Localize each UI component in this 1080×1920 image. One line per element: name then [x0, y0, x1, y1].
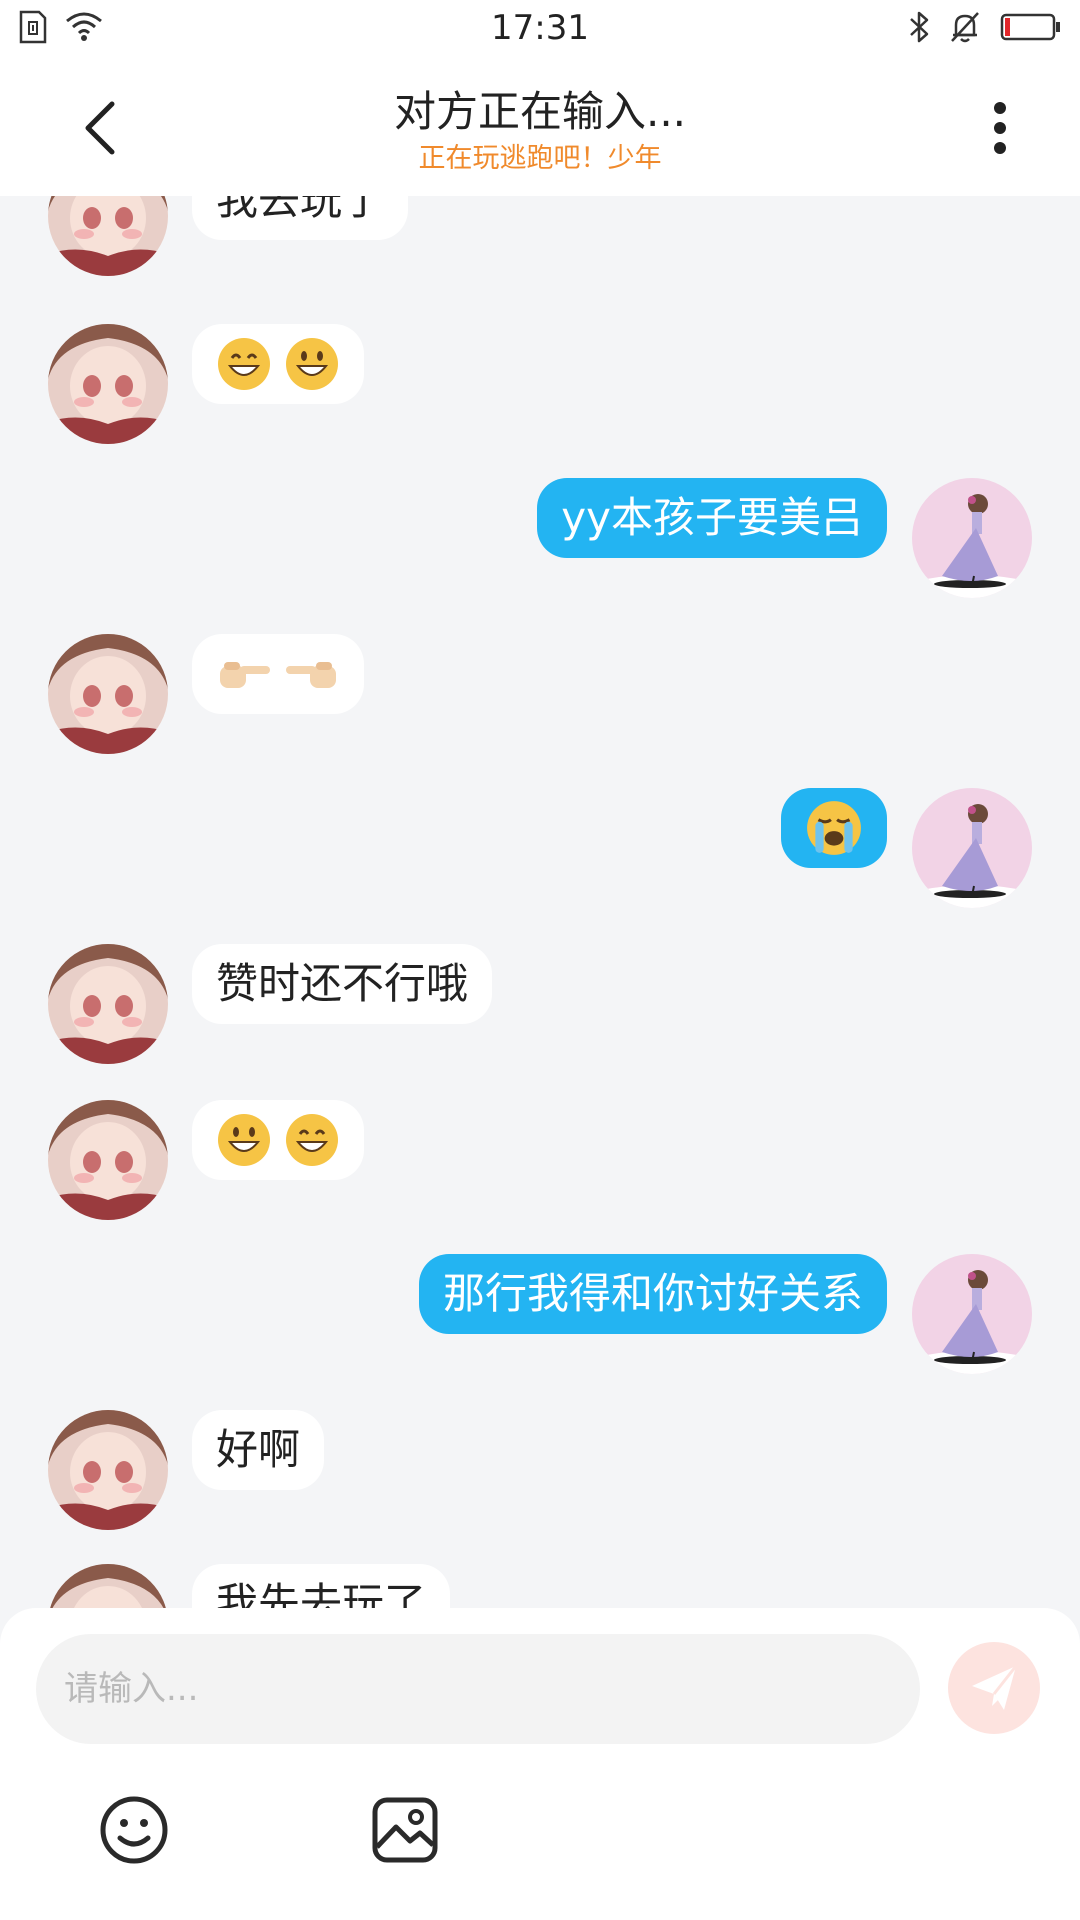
send-icon	[972, 1665, 1018, 1710]
mute-bell-icon	[948, 10, 982, 48]
message-list[interactable]: 我去玩了 yy本孩子要美吕 赞时还不行哦 那行我得和你讨好关系 好啊 我先去玩了	[0, 196, 1080, 1609]
message-input[interactable]	[36, 1634, 920, 1744]
battery-icon	[1000, 12, 1062, 46]
contact-avatar[interactable]	[48, 1100, 168, 1220]
composer	[0, 1608, 1080, 1920]
contact-avatar[interactable]	[48, 944, 168, 1064]
incoming-message-bubble[interactable]: 我先去玩了	[192, 1564, 451, 1609]
incoming-message-bubble[interactable]: 我去玩了	[192, 196, 409, 240]
incoming-emoji-bubble[interactable]	[192, 324, 364, 404]
point-left-icon	[286, 662, 336, 688]
smiley-icon	[100, 1796, 168, 1864]
more-button[interactable]	[960, 88, 1040, 168]
outgoing-emoji-bubble[interactable]	[781, 788, 887, 868]
incoming-emoji-bubble[interactable]	[192, 1100, 364, 1180]
chat-title: 对方正在输入...	[393, 87, 687, 136]
loudly-crying-icon	[807, 801, 861, 855]
user-avatar[interactable]	[912, 1254, 1032, 1374]
contact-avatar[interactable]	[48, 1410, 168, 1530]
contact-avatar[interactable]	[48, 196, 168, 276]
chat-header: 对方正在输入... 正在玩逃跑吧！少年	[0, 58, 1080, 196]
user-avatar[interactable]	[912, 788, 1032, 908]
outgoing-message-bubble[interactable]: yy本孩子要美吕	[537, 478, 887, 558]
grinning-big-eyes-icon	[218, 1114, 270, 1166]
outgoing-message-bubble[interactable]: 那行我得和你讨好关系	[418, 1254, 887, 1334]
grinning-smile-eyes-icon	[286, 1114, 338, 1166]
send-button[interactable]	[948, 1642, 1040, 1734]
image-button[interactable]	[365, 1790, 445, 1870]
grinning-smile-eyes-icon	[218, 338, 270, 390]
incoming-emoji-bubble[interactable]	[192, 634, 364, 714]
grinning-big-eyes-icon	[286, 338, 338, 390]
incoming-message-bubble[interactable]: 赞时还不行哦	[192, 944, 493, 1024]
chat-subtitle: 正在玩逃跑吧！少年	[418, 143, 662, 174]
point-right-icon	[220, 662, 270, 688]
bluetooth-icon	[908, 10, 930, 48]
more-vertical-icon	[994, 102, 1006, 154]
contact-avatar[interactable]	[48, 634, 168, 754]
emoji-button[interactable]	[94, 1790, 174, 1870]
chat-screen: 17:31 对方正在输入... 正在玩逃跑吧！少年 我去玩了 yy本孩子要美吕 …	[0, 0, 1080, 1920]
image-icon	[372, 1797, 438, 1863]
contact-avatar[interactable]	[48, 1564, 168, 1609]
contact-avatar[interactable]	[48, 324, 168, 444]
incoming-message-bubble[interactable]: 好啊	[192, 1410, 325, 1490]
status-bar: 17:31	[0, 0, 1080, 58]
user-avatar[interactable]	[912, 478, 1032, 598]
